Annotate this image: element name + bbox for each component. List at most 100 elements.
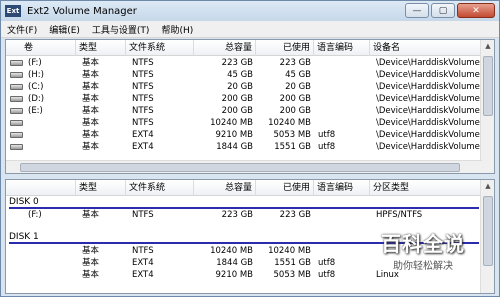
volume-device: \Device\HarddiskVolume7 bbox=[376, 130, 482, 140]
volume-total: 200 GB bbox=[221, 106, 253, 116]
partition-used: 5053 MB bbox=[273, 270, 312, 280]
app-window: Ext Ext2 Volume Manager — ▢ ✕ 文件(F) 编辑(E… bbox=[0, 0, 500, 297]
col-type[interactable]: 类型 bbox=[76, 180, 126, 196]
volume-label bbox=[28, 129, 74, 141]
volume-total: 45 GB bbox=[227, 70, 253, 80]
scroll-up-arrow-icon[interactable]: ▲ bbox=[481, 180, 494, 193]
col-partition-type[interactable]: 分区类型 bbox=[370, 180, 482, 196]
col-codepage[interactable]: 语言编码 bbox=[314, 40, 370, 56]
partition-total: 1844 GB bbox=[216, 258, 253, 268]
partition-fs: EXT4 bbox=[132, 258, 154, 268]
partition-volume bbox=[28, 269, 74, 281]
volume-row[interactable]: (E:) 基本 NTFS 200 GB 200 GB \Device\Hardd… bbox=[6, 105, 494, 117]
scroll-thumb[interactable] bbox=[483, 56, 493, 116]
menu-tools-settings[interactable]: 工具与设置(T) bbox=[86, 23, 156, 36]
partition-total: 223 GB bbox=[221, 210, 253, 220]
volume-codepage bbox=[318, 57, 368, 69]
volume-row[interactable]: (H:) 基本 NTFS 45 GB 45 GB \Device\Harddis… bbox=[6, 69, 494, 81]
partition-type: 基本 bbox=[82, 270, 100, 280]
col-used[interactable]: 已使用 bbox=[256, 180, 314, 196]
drive-icon bbox=[10, 72, 23, 78]
volume-row[interactable]: 基本 NTFS 10240 MB 10240 MB \Device\Harddi… bbox=[6, 117, 494, 129]
volume-used: 200 GB bbox=[279, 106, 311, 116]
watermark-title: 百科全说 bbox=[381, 232, 465, 256]
volume-row[interactable]: 基本 EXT4 1844 GB 1551 GB utf8 \Device\Har… bbox=[6, 141, 494, 153]
volume-label bbox=[28, 117, 74, 129]
volume-label: (F:) bbox=[28, 58, 42, 68]
volume-row[interactable]: (F:) 基本 NTFS 223 GB 223 GB \Device\Hardd… bbox=[6, 57, 494, 69]
volume-codepage: utf8 bbox=[318, 142, 336, 152]
volume-total: 223 GB bbox=[221, 58, 253, 68]
drive-icon bbox=[10, 144, 23, 150]
volume-row[interactable]: (C:) 基本 NTFS 20 GB 20 GB \Device\Harddis… bbox=[6, 81, 494, 93]
volume-list: 卷 类型 文件系统 总容量 已使用 语言编码 设备名 (F:) 基本 NTFS … bbox=[5, 39, 495, 174]
col-total[interactable]: 总容量 bbox=[194, 40, 256, 56]
scroll-thumb[interactable] bbox=[20, 163, 460, 172]
col-filesystem[interactable]: 文件系统 bbox=[126, 180, 194, 196]
partition-row[interactable]: (F:) 基本 NTFS 223 GB 223 GB HPFS/NTFS bbox=[6, 209, 494, 221]
partition-codepage: utf8 bbox=[318, 270, 336, 280]
col-used[interactable]: 已使用 bbox=[256, 40, 314, 56]
scroll-thumb[interactable] bbox=[483, 196, 493, 266]
volume-fs: NTFS bbox=[132, 70, 154, 80]
partition-volume: (F:) bbox=[28, 210, 42, 220]
volume-fs: NTFS bbox=[132, 118, 154, 128]
partition-codepage bbox=[318, 209, 368, 221]
volume-label: (E:) bbox=[28, 106, 43, 116]
volume-list-vscrollbar[interactable]: ▲ bbox=[480, 40, 494, 173]
volume-type: 基本 bbox=[82, 142, 100, 152]
volume-used: 200 GB bbox=[279, 94, 311, 104]
volume-label bbox=[28, 141, 74, 153]
disk-label[interactable]: DISK 1 bbox=[9, 232, 39, 242]
partition-type: 基本 bbox=[82, 258, 100, 268]
menu-file[interactable]: 文件(F) bbox=[1, 23, 43, 36]
col-type[interactable]: 类型 bbox=[76, 40, 126, 56]
partition-used: 1551 GB bbox=[274, 258, 311, 268]
maximize-button[interactable]: ▢ bbox=[431, 3, 455, 18]
drive-icon bbox=[10, 108, 23, 114]
volume-label: (D:) bbox=[28, 94, 45, 104]
partition-fs: NTFS bbox=[132, 210, 154, 220]
col-total[interactable]: 总容量 bbox=[194, 180, 256, 196]
disk-list-header: 类型 文件系统 总容量 已使用 语言编码 分区类型 bbox=[6, 180, 494, 196]
volume-total: 20 GB bbox=[227, 82, 253, 92]
volume-codepage bbox=[318, 69, 368, 81]
menu-help[interactable]: 帮助(H) bbox=[155, 23, 199, 36]
partition-codepage bbox=[318, 245, 368, 257]
close-button[interactable]: ✕ bbox=[457, 3, 495, 18]
volume-row[interactable]: 基本 EXT4 9210 MB 5053 MB utf8 \Device\Har… bbox=[6, 129, 494, 141]
menu-edit[interactable]: 编辑(E) bbox=[43, 23, 86, 36]
partition-codepage: utf8 bbox=[318, 258, 336, 268]
drive-icon bbox=[10, 60, 23, 66]
col-volume[interactable]: 卷 bbox=[6, 40, 76, 56]
volume-type: 基本 bbox=[82, 94, 100, 104]
volume-type: 基本 bbox=[82, 70, 100, 80]
scroll-up-arrow-icon[interactable]: ▲ bbox=[481, 40, 494, 53]
volume-codepage bbox=[318, 93, 368, 105]
watermark: 百科全说 助你轻松解决 bbox=[381, 228, 465, 272]
col-filesystem[interactable]: 文件系统 bbox=[126, 40, 194, 56]
minimize-button[interactable]: — bbox=[405, 3, 429, 18]
volume-device: \Device\HarddiskVolume5 bbox=[376, 106, 482, 116]
disk-label[interactable]: DISK 0 bbox=[9, 197, 39, 207]
partition-used: 10240 MB bbox=[268, 246, 311, 256]
volume-used: 20 GB bbox=[285, 82, 311, 92]
partition-total: 9210 MB bbox=[215, 270, 254, 280]
volume-type: 基本 bbox=[82, 118, 100, 128]
col-blank[interactable] bbox=[6, 180, 76, 196]
volume-label: (H:) bbox=[28, 70, 44, 80]
window-title: Ext2 Volume Manager bbox=[27, 5, 137, 17]
drive-icon bbox=[10, 96, 23, 102]
volume-type: 基本 bbox=[82, 58, 100, 68]
volume-type: 基本 bbox=[82, 82, 100, 92]
app-icon: Ext bbox=[5, 5, 21, 17]
col-codepage[interactable]: 语言编码 bbox=[314, 180, 370, 196]
title-bar[interactable]: Ext Ext2 Volume Manager — ▢ ✕ bbox=[1, 1, 499, 21]
volume-list-hscrollbar[interactable] bbox=[6, 160, 482, 173]
volume-fs: NTFS bbox=[132, 106, 154, 116]
volume-row[interactable]: (D:) 基本 NTFS 200 GB 200 GB \Device\Hardd… bbox=[6, 93, 494, 105]
disk-list-vscrollbar[interactable]: ▲ bbox=[480, 180, 494, 293]
volume-codepage bbox=[318, 117, 368, 129]
col-device[interactable]: 设备名 bbox=[370, 40, 482, 56]
volume-device: \Device\HarddiskVolume4 bbox=[376, 94, 482, 104]
